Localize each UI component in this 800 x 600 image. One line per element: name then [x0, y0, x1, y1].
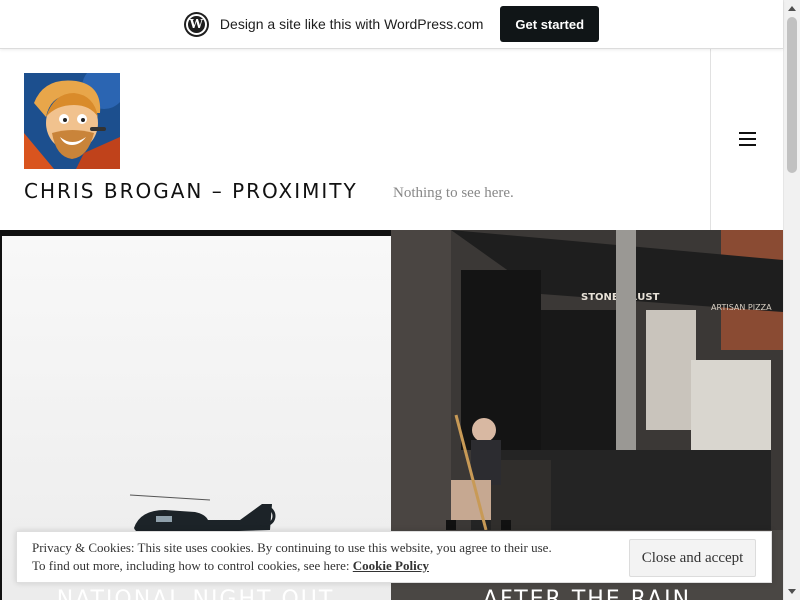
- page-scrollbar[interactable]: [783, 0, 800, 600]
- scrollbar-thumb[interactable]: [787, 17, 797, 173]
- post-title[interactable]: AFTER THE RAIN: [391, 587, 783, 600]
- wordpress-logo-icon[interactable]: W: [183, 11, 209, 37]
- header-divider: [710, 49, 711, 230]
- site-title[interactable]: CHRIS BROGAN – PROXIMITY: [24, 179, 358, 203]
- site-tagline: Nothing to see here.: [393, 185, 514, 201]
- scroll-up-arrow-icon[interactable]: [788, 6, 796, 11]
- site-logo[interactable]: [24, 73, 120, 169]
- cookie-notice-text: Privacy & Cookies: This site uses cookie…: [32, 539, 592, 575]
- post-title[interactable]: NATIONAL NIGHT OUT: [0, 587, 391, 600]
- close-and-accept-button[interactable]: Close and accept: [629, 539, 756, 577]
- cookie-banner: Privacy & Cookies: This site uses cookie…: [16, 531, 772, 583]
- hamburger-menu-icon[interactable]: [729, 129, 765, 149]
- site-header: CHRIS BROGAN – PROXIMITY Nothing to see …: [0, 49, 783, 230]
- cookie-policy-link[interactable]: Cookie Policy: [353, 558, 429, 573]
- get-started-button[interactable]: Get started: [500, 6, 600, 42]
- cookie-notice-line2: To find out more, including how to contr…: [32, 558, 353, 573]
- scroll-down-arrow-icon[interactable]: [788, 589, 796, 594]
- cookie-notice-line1: Privacy & Cookies: This site uses cookie…: [32, 540, 552, 555]
- wordpress-promo-bar: W Design a site like this with WordPress…: [0, 0, 783, 49]
- svg-text:ARTISAN PIZZA: ARTISAN PIZZA: [711, 303, 772, 312]
- promo-text: Design a site like this with WordPress.c…: [219, 16, 484, 32]
